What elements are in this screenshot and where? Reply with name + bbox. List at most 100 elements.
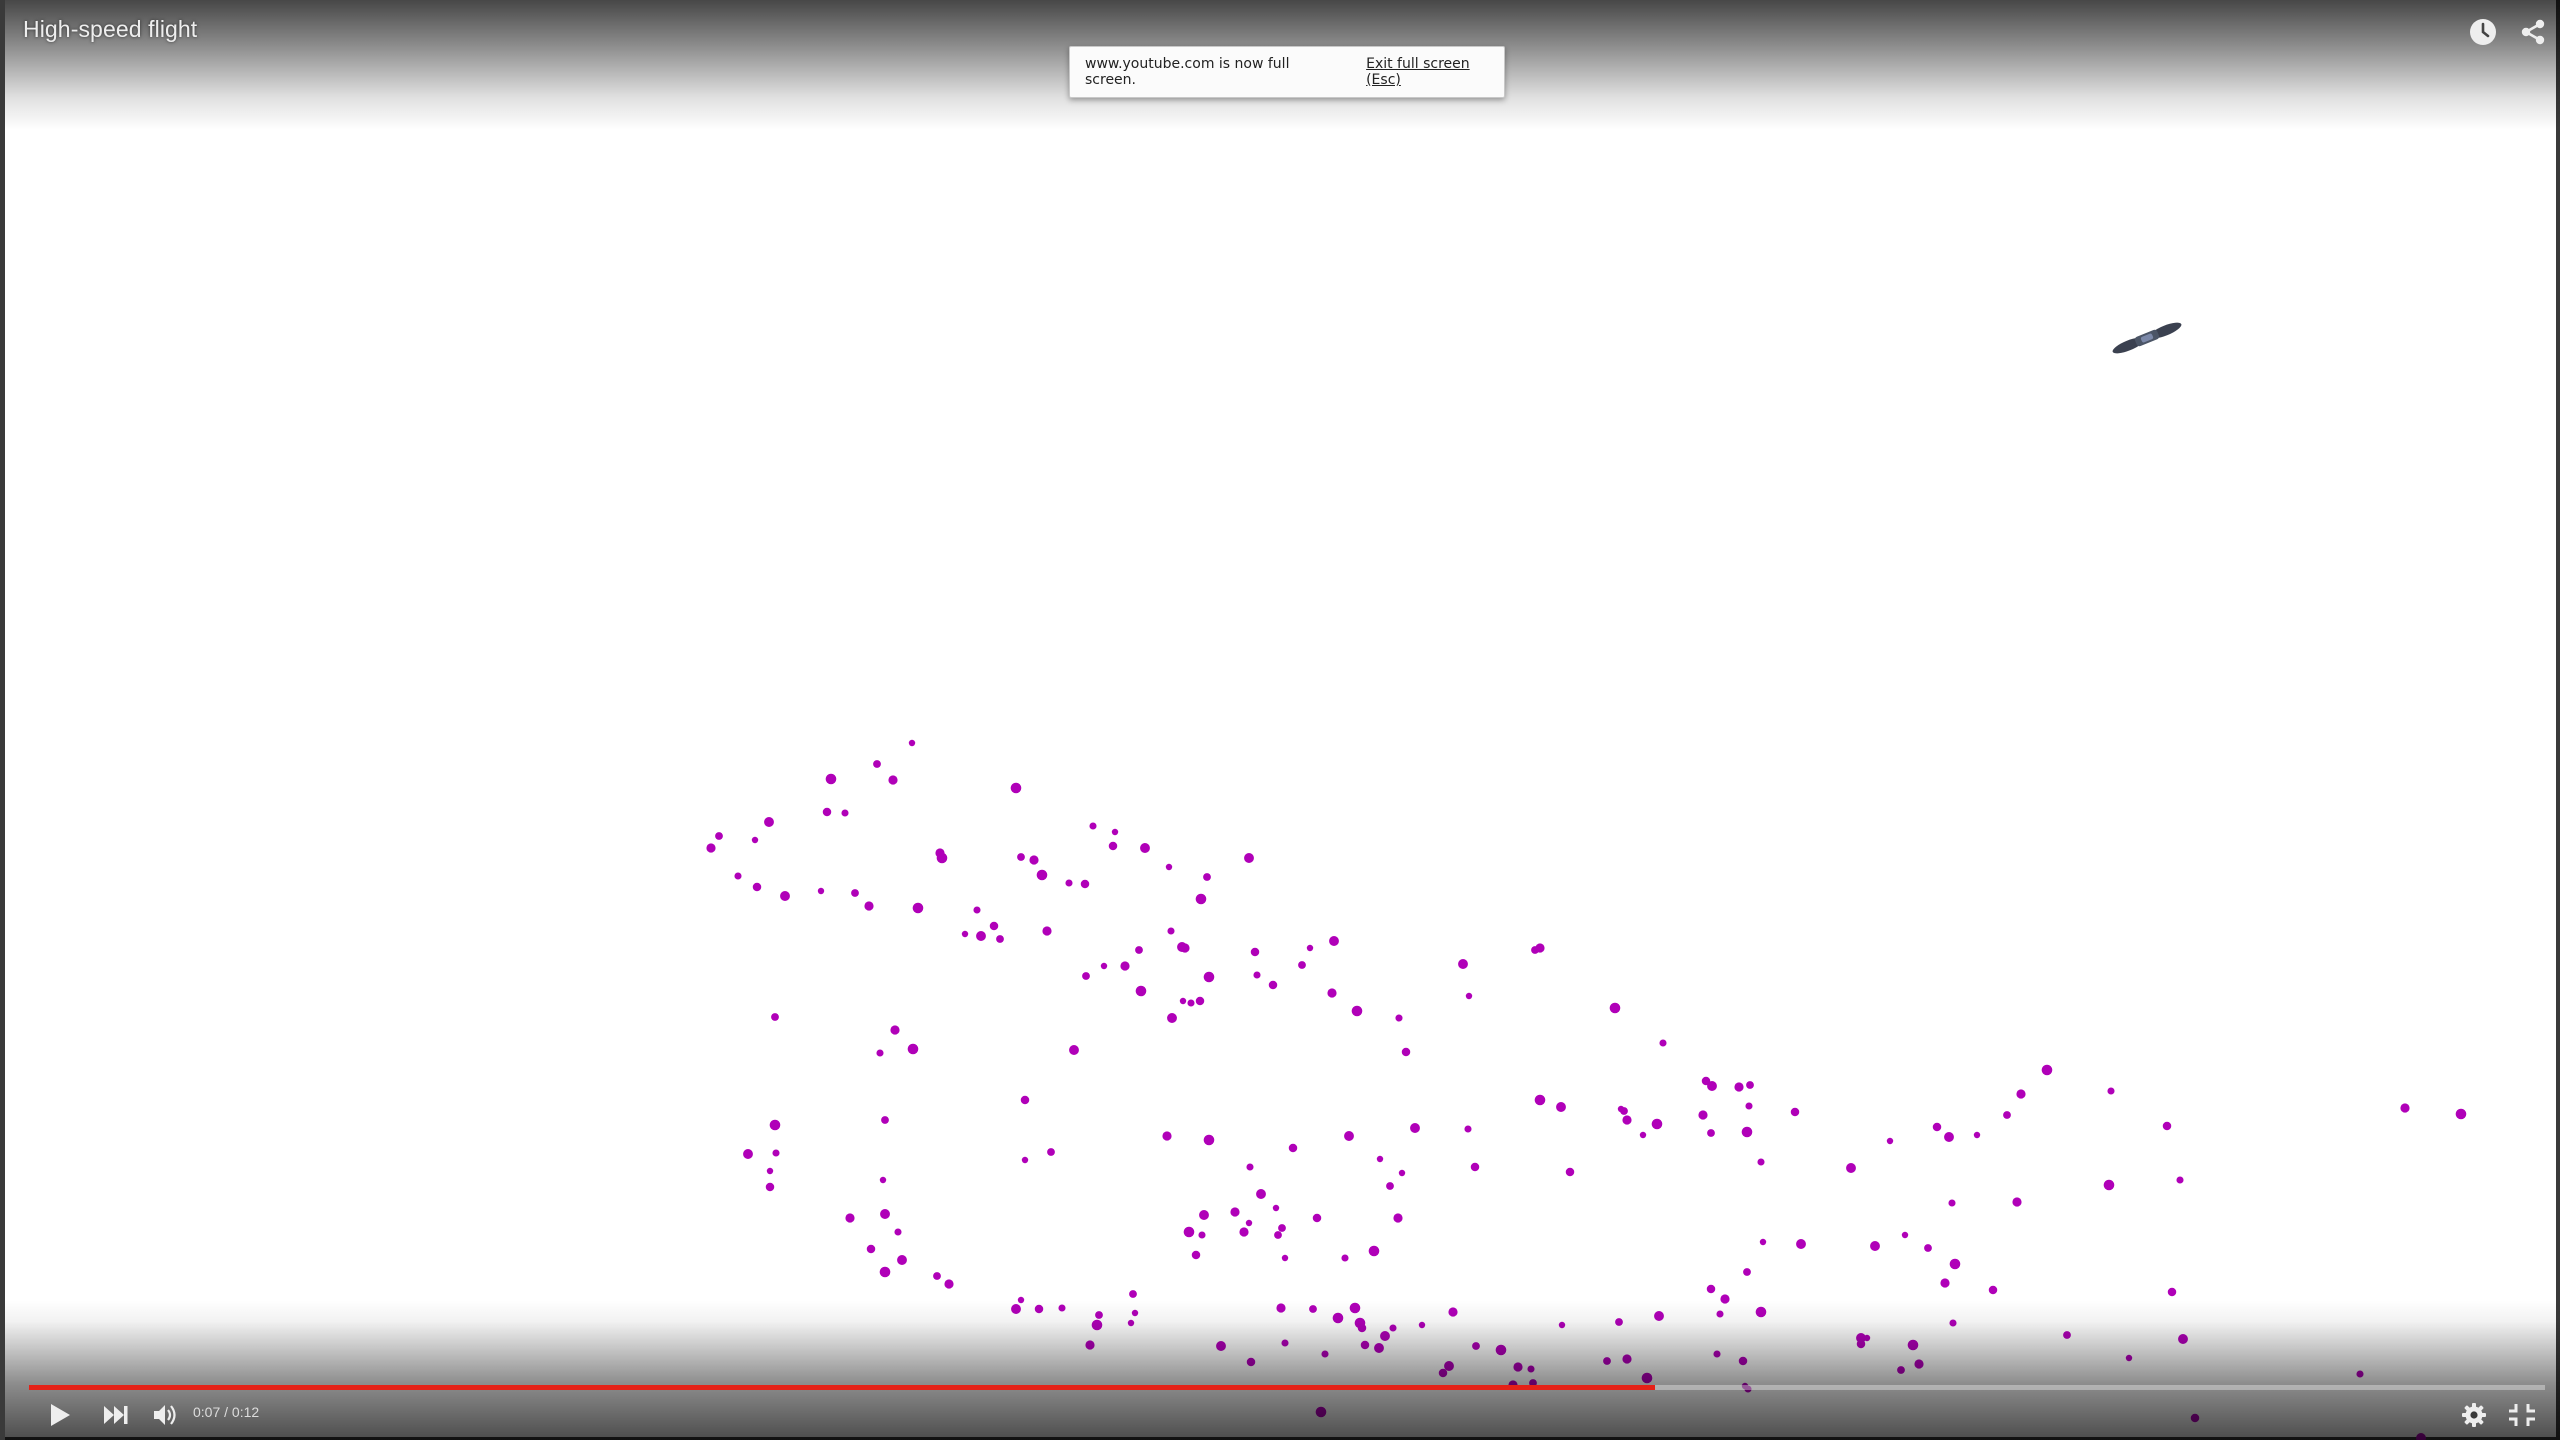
particle <box>1108 841 1118 851</box>
play-button[interactable] <box>43 1398 77 1432</box>
particle <box>894 1228 902 1236</box>
fullscreen-exit-icon <box>2509 1404 2535 1426</box>
particle <box>881 1116 889 1124</box>
particle <box>1135 946 1143 954</box>
exit-fullscreen-button[interactable] <box>2505 1398 2539 1432</box>
particle <box>825 773 837 785</box>
particle <box>1036 869 1048 881</box>
particle <box>879 1176 887 1184</box>
particle <box>1949 1258 1961 1270</box>
particle <box>2455 1108 2467 1120</box>
particle <box>1639 1131 1647 1139</box>
particle <box>888 775 898 785</box>
particle <box>1759 1238 1767 1246</box>
particle <box>1021 1156 1029 1164</box>
particle <box>1351 1005 1363 1017</box>
particle <box>2012 1197 2022 1207</box>
particle <box>851 889 859 897</box>
particle <box>1129 1290 1137 1298</box>
particle <box>1734 1082 1744 1092</box>
particle <box>1698 1110 1708 1120</box>
particle <box>1167 927 1175 935</box>
particle <box>706 843 716 853</box>
watch-later-button[interactable] <box>2465 14 2501 50</box>
settings-button[interactable] <box>2457 1398 2491 1432</box>
volume-button[interactable] <box>149 1398 183 1432</box>
particle <box>1253 971 1261 979</box>
particle <box>907 1043 919 1055</box>
particle <box>2167 1287 2177 1297</box>
particle <box>1741 1126 1753 1138</box>
particle <box>1796 1239 1806 1249</box>
particle <box>1230 1207 1240 1217</box>
particle <box>1622 1115 1632 1125</box>
particle <box>752 882 762 892</box>
volume-icon <box>154 1405 176 1425</box>
particle <box>1940 1278 1950 1288</box>
particle <box>1470 1162 1480 1172</box>
fullscreen-notice-message: www.youtube.com is now full screen. <box>1085 56 1290 88</box>
particle <box>1534 1094 1546 1106</box>
particle <box>743 1149 753 1159</box>
exit-fullscreen-link[interactable]: Exit full screen (Esc) <box>1366 56 1504 88</box>
particle <box>1244 853 1254 863</box>
particle <box>1659 1039 1667 1047</box>
video-title[interactable]: High-speed flight <box>23 16 197 43</box>
particle <box>1706 1284 1716 1294</box>
share-button[interactable] <box>2515 14 2551 50</box>
particle <box>1298 961 1306 969</box>
particle <box>933 1272 941 1280</box>
particle <box>1256 1189 1266 1199</box>
next-button[interactable] <box>99 1398 133 1432</box>
particle <box>2107 1087 2115 1095</box>
particle <box>817 887 825 895</box>
particle <box>1707 1129 1715 1137</box>
particle <box>1047 1148 1055 1156</box>
particle <box>1162 1131 1172 1141</box>
particle <box>1080 879 1090 889</box>
video-player[interactable]: High-speed flight www.youtube.com is now… <box>0 0 2560 1440</box>
particle <box>1870 1241 1880 1251</box>
particle <box>1745 1102 1753 1110</box>
particle <box>890 1025 900 1035</box>
particle <box>1246 1163 1254 1171</box>
fullscreen-notice: www.youtube.com is now full screen. Exit… <box>1069 46 1505 98</box>
watch-later-icon <box>2470 19 2496 45</box>
particle <box>864 901 874 911</box>
play-icon <box>51 1404 70 1426</box>
particle <box>1100 962 1108 970</box>
particle <box>1288 1143 1298 1153</box>
particle <box>1017 853 1025 861</box>
progress-bar-played <box>29 1385 1656 1390</box>
particle <box>1135 985 1147 997</box>
particle <box>734 872 742 880</box>
particle <box>1757 1158 1765 1166</box>
particle <box>1274 1231 1282 1239</box>
particle <box>866 1244 876 1254</box>
particle <box>751 836 759 844</box>
particle <box>765 1182 775 1192</box>
particle <box>1565 1167 1575 1177</box>
particle <box>1886 1137 1894 1145</box>
particle <box>1198 1231 1206 1239</box>
particle <box>1386 1182 1394 1190</box>
particle <box>976 931 986 941</box>
particle <box>1376 1155 1384 1163</box>
particle <box>1120 961 1130 971</box>
particle <box>2003 1111 2011 1119</box>
particle <box>944 1279 954 1289</box>
particle <box>1140 843 1150 853</box>
particle <box>1743 1268 1751 1276</box>
particle <box>1179 997 1187 1005</box>
share-icon <box>2521 19 2545 45</box>
particle <box>989 921 999 931</box>
particle <box>1065 879 1073 887</box>
particle <box>1191 1250 1201 1260</box>
particle <box>1846 1163 1856 1173</box>
progress-bar[interactable] <box>29 1385 2545 1390</box>
particle <box>880 1209 890 1219</box>
particle <box>1029 855 1039 865</box>
particle <box>1458 959 1468 969</box>
next-icon <box>104 1406 128 1424</box>
particle <box>1195 996 1205 1006</box>
